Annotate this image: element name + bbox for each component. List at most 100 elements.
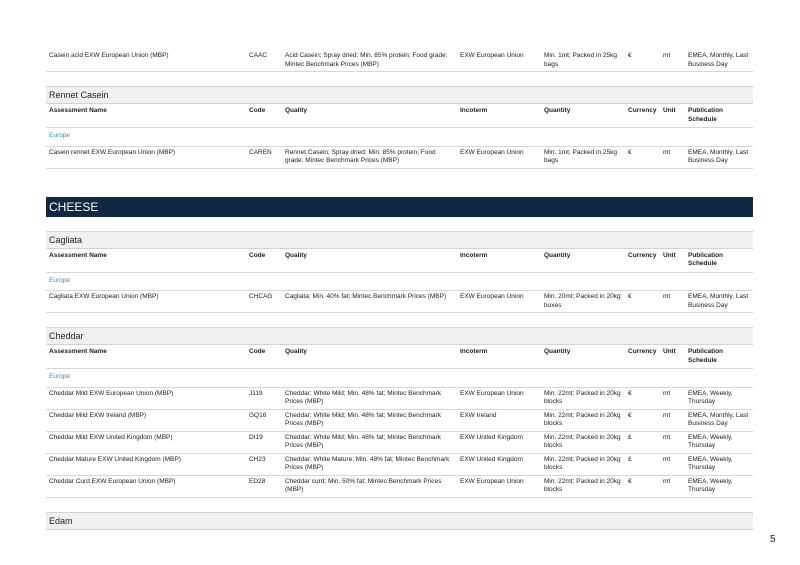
column-header-quantity: Quantity [541, 248, 625, 273]
incoterm: EXW European Union [457, 50, 541, 72]
table-row: Cheddar Mild EXW Ireland (MBP) GQ16 Ched… [46, 409, 753, 432]
column-header-incoterm: Incoterm [457, 248, 541, 273]
publication-schedule: EMEA, Monthly, Last Business Day [685, 409, 753, 432]
assessment-name: Cheddar Curd EXW European Union (MBP) [46, 475, 246, 498]
quantity: Min. 20mt; Packed in 20kg boxes [541, 290, 625, 313]
quantity: Min. 22mt; Packed in 20kg blocks [541, 453, 625, 476]
assessment-name: Casein rennet EXW European Union (MBP) [46, 146, 246, 169]
quantity: Min. 22mt; Packed in 20kg blocks [541, 387, 625, 410]
page-number: 5 [770, 534, 776, 545]
casein-acid-table: Casein acid EXW European Union (MBP) CAA… [46, 50, 753, 72]
publication-schedule: EMEA, Weekly, Thursday [685, 431, 753, 454]
currency: € [625, 387, 660, 410]
currency: £ [625, 431, 660, 454]
column-header-code: Code [246, 248, 282, 273]
column-header-code: Code [246, 345, 282, 369]
rennet-casein-table: Assessment Name Code Quality Incoterm Qu… [46, 104, 753, 169]
category-banner-cheese: CHEESE [46, 196, 753, 217]
region-row: Europe [46, 368, 753, 388]
code: DI19 [246, 431, 282, 454]
column-header-quality: Quality [282, 345, 457, 369]
section-title-cheddar: Cheddar [46, 327, 753, 345]
code: CH23 [246, 453, 282, 476]
quality: Cheddar; White Mature; Min. 48% fat; Min… [282, 453, 457, 476]
column-header-currency: Currency [625, 104, 660, 128]
incoterm: EXW European Union [457, 146, 541, 169]
quantity: Min. 22mt; Packed in 20kg blocks [541, 475, 625, 498]
column-header-name: Assessment Name [46, 345, 246, 369]
cheddar-table: Assessment Name Code Quality Incoterm Qu… [46, 345, 753, 498]
assessment-name: Cheddar Mature EXW United Kingdom (MBP) [46, 453, 246, 476]
region-label: Europe [46, 127, 753, 147]
table-row: Cheddar Mild EXW United Kingdom (MBP) DI… [46, 431, 753, 454]
quantity: Min. 22mt; Packed in 20kg blocks [541, 409, 625, 432]
currency: € [625, 146, 660, 169]
region-label: Europe [46, 272, 753, 291]
incoterm: EXW United Kingdom [457, 453, 541, 476]
column-header-quantity: Quantity [541, 104, 625, 128]
quality: Acid Casein; Spray dried; Min. 85% prote… [282, 50, 457, 72]
publication-schedule: EMEA, Weekly, Thursday [685, 475, 753, 498]
region-row: Europe [46, 127, 753, 147]
currency: € [625, 290, 660, 313]
section-title-cagliata: Cagliata [46, 230, 753, 249]
column-header-unit: Unit [660, 345, 685, 369]
quality: Cheddar; White Mild; Min. 48% fat; Minte… [282, 409, 457, 432]
publication-schedule: EMEA, Weekly, Thursday [685, 453, 753, 476]
quantity: Min. 1mt; Packed in 25kg bags [541, 146, 625, 169]
quantity: Min. 22mt; Packed in 20kg blocks [541, 431, 625, 454]
quality: Cagliata; Min. 40% fat; Mintec Benchmark… [282, 290, 457, 313]
publication-schedule: EMEA, Monthly, Last Business Day [685, 290, 753, 313]
column-header-quantity: Quantity [541, 345, 625, 369]
table-header-row: Assessment Name Code Quality Incoterm Qu… [46, 345, 753, 369]
currency: € [625, 409, 660, 432]
quality: Cheddar; White Mild; Min. 48% fat; Minte… [282, 431, 457, 454]
table-header-row: Assessment Name Code Quality Incoterm Qu… [46, 248, 753, 273]
column-header-name: Assessment Name [46, 248, 246, 273]
column-header-publication: Publication Schedule [685, 104, 753, 128]
column-header-name: Assessment Name [46, 104, 246, 128]
table-row: Casein rennet EXW European Union (MBP) C… [46, 146, 753, 169]
column-header-incoterm: Incoterm [457, 345, 541, 369]
section-title-rennet-casein: Rennet Casein [46, 86, 753, 104]
unit: mt [660, 146, 685, 169]
incoterm: EXW United Kingdom [457, 431, 541, 454]
incoterm: EXW European Union [457, 475, 541, 498]
incoterm: EXW European Union [457, 290, 541, 313]
unit: mt [660, 290, 685, 313]
unit: mt [660, 475, 685, 498]
unit: mt [660, 387, 685, 410]
column-header-unit: Unit [660, 248, 685, 273]
publication-schedule: EMEA, Monthly, Last Business Day [685, 50, 753, 72]
section-title-edam: Edam [46, 511, 753, 530]
code: J119 [246, 387, 282, 410]
publication-schedule: EMEA, Monthly, Last Business Day [685, 146, 753, 169]
unit: mt [660, 431, 685, 454]
assessment-name: Cagliata EXW European Union (MBP) [46, 290, 246, 313]
quality: Cheddar; White Mild; Min. 48% fat; Minte… [282, 387, 457, 410]
code: CAAC [246, 50, 282, 72]
code: CHCAG [246, 290, 282, 313]
column-header-quality: Quality [282, 104, 457, 128]
code: GQ16 [246, 409, 282, 432]
column-header-code: Code [246, 104, 282, 128]
currency: £ [625, 453, 660, 476]
table-row: Cheddar Mature EXW United Kingdom (MBP) … [46, 453, 753, 476]
currency: € [625, 475, 660, 498]
unit: mt [660, 453, 685, 476]
unit: mt [660, 50, 685, 72]
quality: Cheddar curd; Min. 50% fat; Mintec Bench… [282, 475, 457, 498]
column-header-unit: Unit [660, 104, 685, 128]
cagliata-table: Assessment Name Code Quality Incoterm Qu… [46, 248, 753, 313]
incoterm: EXW European Union [457, 387, 541, 410]
quantity: Min. 1mt; Packed in 25kg bags [541, 50, 625, 72]
column-header-quality: Quality [282, 248, 457, 273]
table-row: Cheddar Curd EXW European Union (MBP) ED… [46, 475, 753, 498]
column-header-currency: Currency [625, 345, 660, 369]
table-row: Cagliata EXW European Union (MBP) CHCAG … [46, 290, 753, 313]
assessment-name: Cheddar Mild EXW Ireland (MBP) [46, 409, 246, 432]
region-row: Europe [46, 272, 753, 291]
currency: € [625, 50, 660, 72]
code: ED28 [246, 475, 282, 498]
code: CAREN [246, 146, 282, 169]
